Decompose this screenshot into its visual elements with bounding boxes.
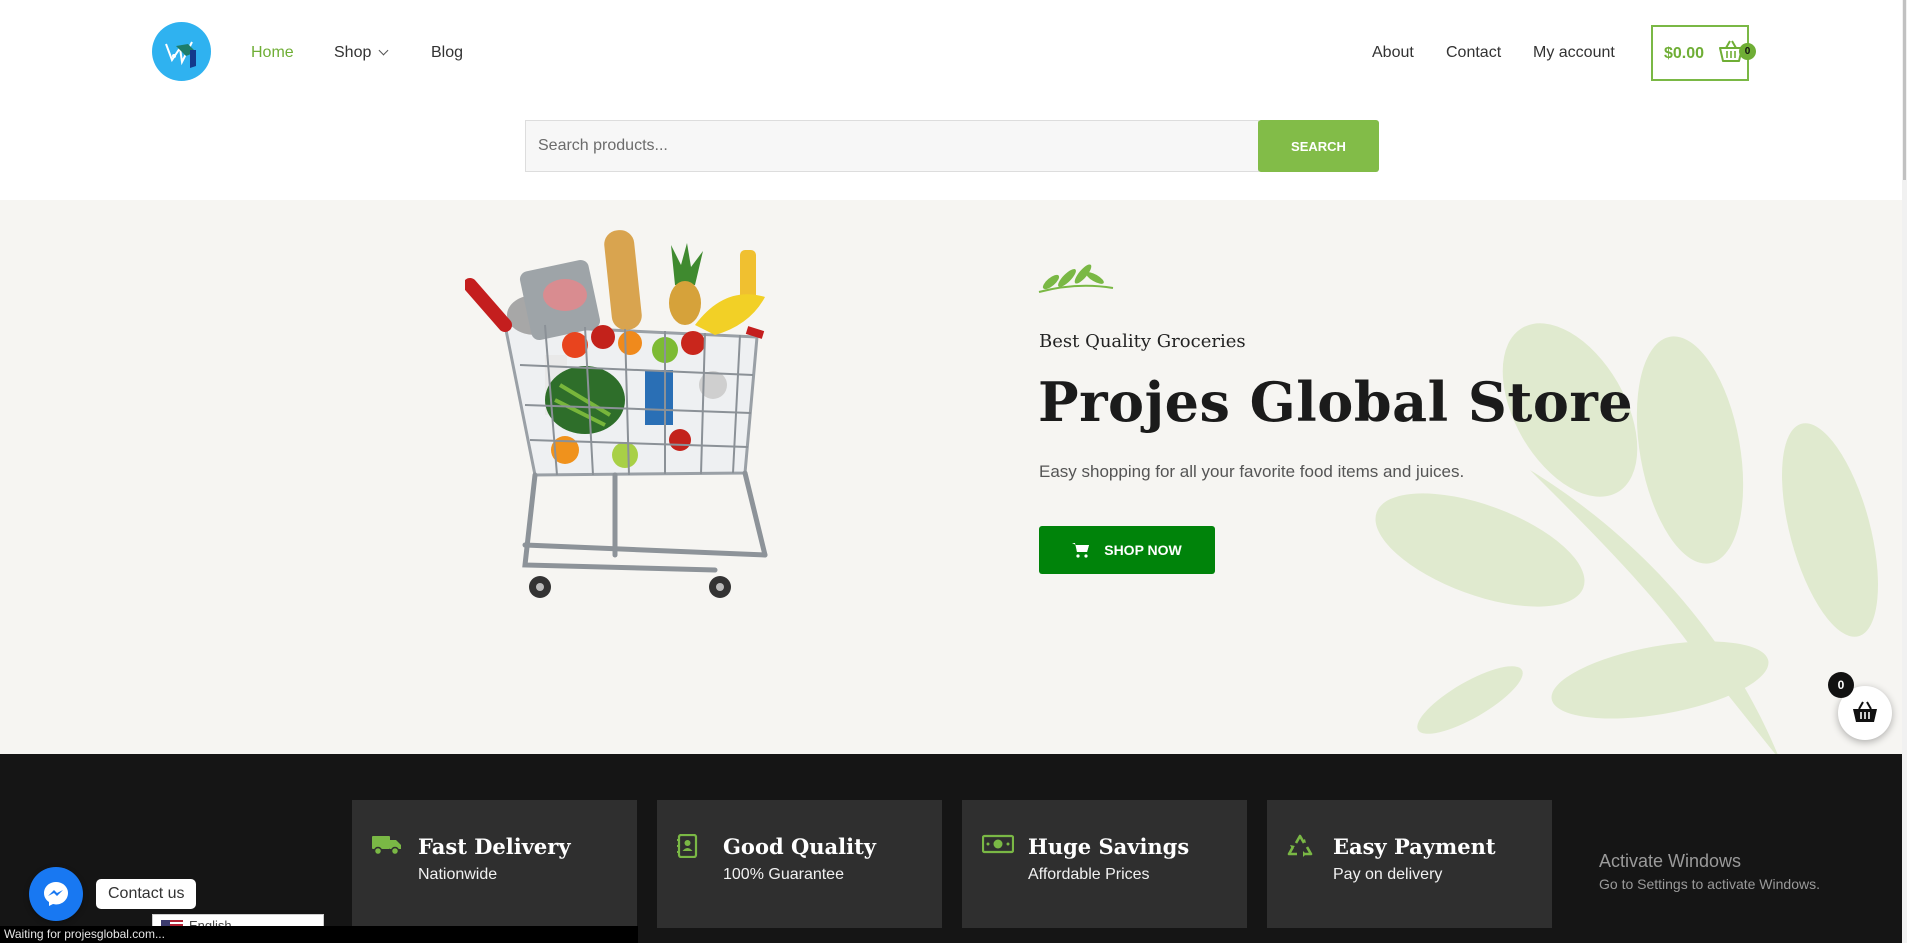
- money-icon: [982, 834, 1014, 854]
- feature-card-savings: Huge Savings Affordable Prices: [962, 800, 1247, 928]
- contact-book-icon: [677, 834, 698, 858]
- feature-subtitle: Affordable Prices: [1028, 866, 1150, 883]
- nav-home[interactable]: Home: [251, 44, 294, 62]
- messenger-button[interactable]: [29, 867, 83, 921]
- feature-card-quality: Good Quality 100% Guarantee: [657, 800, 942, 928]
- feature-subtitle: 100% Guarantee: [723, 866, 844, 883]
- cart-count-badge: 0: [1739, 43, 1756, 60]
- nav-blog[interactable]: Blog: [431, 44, 463, 62]
- hero-title: Projes Global Store: [1038, 370, 1634, 434]
- feature-title: Easy Payment: [1333, 834, 1496, 859]
- nav-my-account[interactable]: My account: [1533, 44, 1615, 62]
- nav-shop-label: Shop: [334, 44, 372, 61]
- search-button[interactable]: SEARCH: [1258, 120, 1379, 172]
- recycle-icon: [1287, 834, 1313, 857]
- nav-about[interactable]: About: [1372, 44, 1414, 62]
- floating-cart-count: 0: [1828, 672, 1854, 698]
- feature-title: Fast Delivery: [418, 834, 571, 859]
- feature-card-delivery: Fast Delivery Nationwide: [352, 800, 637, 928]
- site-header: Home Shop Blog About Contact My account …: [0, 0, 1902, 200]
- shopping-cart-illustration: [465, 230, 768, 598]
- messenger-icon: [44, 882, 68, 906]
- feature-subtitle: Pay on delivery: [1333, 866, 1443, 883]
- header-cart-button[interactable]: $0.00 0: [1651, 25, 1756, 81]
- hero-subtitle: Best Quality Groceries: [1039, 331, 1246, 352]
- site-logo[interactable]: [152, 22, 211, 81]
- contact-us-bubble[interactable]: Contact us: [96, 879, 197, 909]
- shop-now-label: SHOP NOW: [1104, 542, 1182, 558]
- scrollbar-thumb[interactable]: [1903, 0, 1906, 180]
- search-input[interactable]: [525, 120, 1259, 172]
- activate-windows-subtitle: Go to Settings to activate Windows.: [1599, 876, 1820, 892]
- activate-windows-title: Activate Windows: [1599, 851, 1742, 871]
- cart-icon: [1072, 543, 1090, 558]
- logo-icon: [165, 41, 196, 68]
- feature-title: Good Quality: [723, 834, 876, 859]
- feature-subtitle: Nationwide: [418, 866, 498, 883]
- cart-total: $0.00: [1664, 45, 1705, 62]
- truck-icon: [372, 836, 401, 856]
- hero-banner: Best Quality Groceries Projes Global Sto…: [0, 200, 1902, 754]
- feature-title: Huge Savings: [1028, 834, 1190, 859]
- shop-now-button[interactable]: SHOP NOW: [1039, 526, 1215, 574]
- feature-card-payment: Easy Payment Pay on delivery: [1267, 800, 1552, 928]
- chevron-down-icon: [378, 45, 389, 56]
- basket-icon: [1853, 701, 1877, 722]
- leaf-decoration: [1375, 323, 1878, 754]
- nav-shop[interactable]: Shop: [334, 44, 389, 62]
- browser-status-bar: Waiting for projesglobal.com...: [0, 926, 638, 943]
- nav-contact[interactable]: Contact: [1446, 44, 1501, 62]
- sprig-icon: [1038, 264, 1114, 293]
- hero-description: Easy shopping for all your favorite food…: [1039, 462, 1465, 481]
